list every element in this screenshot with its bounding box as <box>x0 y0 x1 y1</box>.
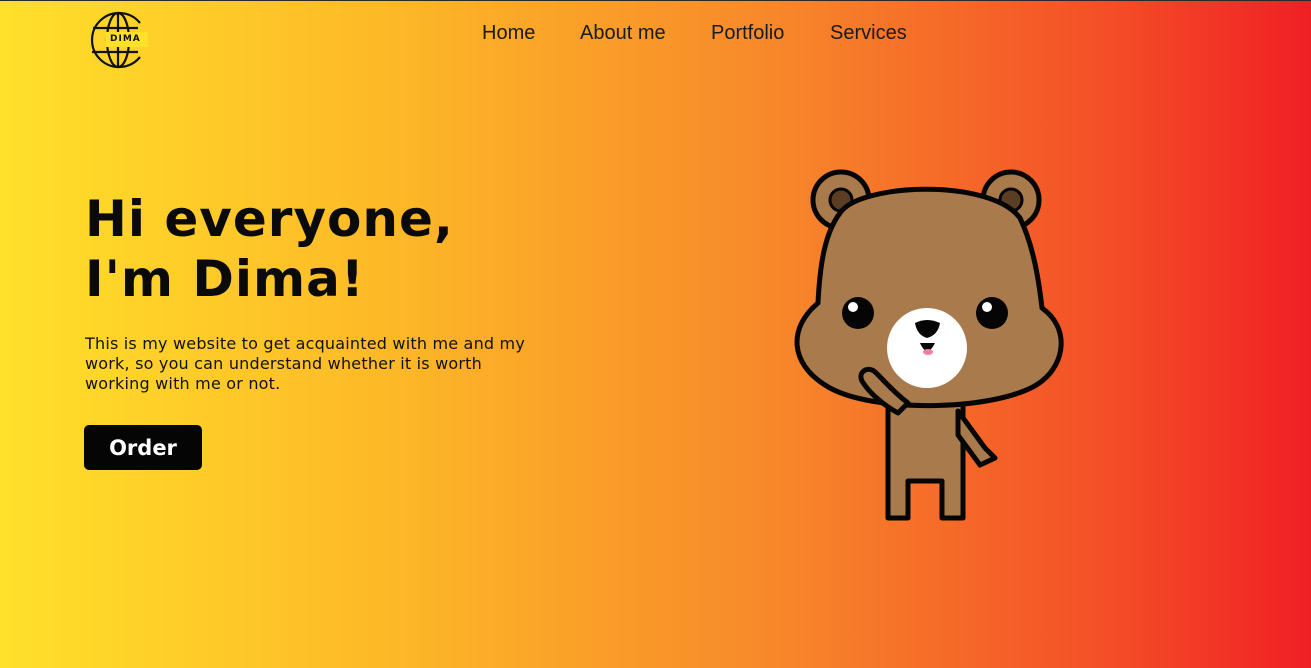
nav-portfolio[interactable]: Portfolio <box>711 22 784 45</box>
order-button[interactable]: Order <box>84 425 202 470</box>
hero-title: Hi everyone, I'm Dima! <box>85 189 454 309</box>
nav-home[interactable]: Home <box>482 22 535 45</box>
hero-title-line1: Hi everyone, <box>85 190 454 248</box>
nav-about-me[interactable]: About me <box>580 22 666 45</box>
hero-title-line2: I'm Dima! <box>85 250 365 308</box>
bear-mascot-illustration <box>780 163 1080 533</box>
main-nav: Home About me Portfolio Services <box>0 22 1311 46</box>
nav-services[interactable]: Services <box>830 22 907 45</box>
hero-description: This is my website to get acquainted wit… <box>85 334 526 393</box>
page-background: DIMA Home About me Portfolio Services Hi… <box>0 0 1311 668</box>
